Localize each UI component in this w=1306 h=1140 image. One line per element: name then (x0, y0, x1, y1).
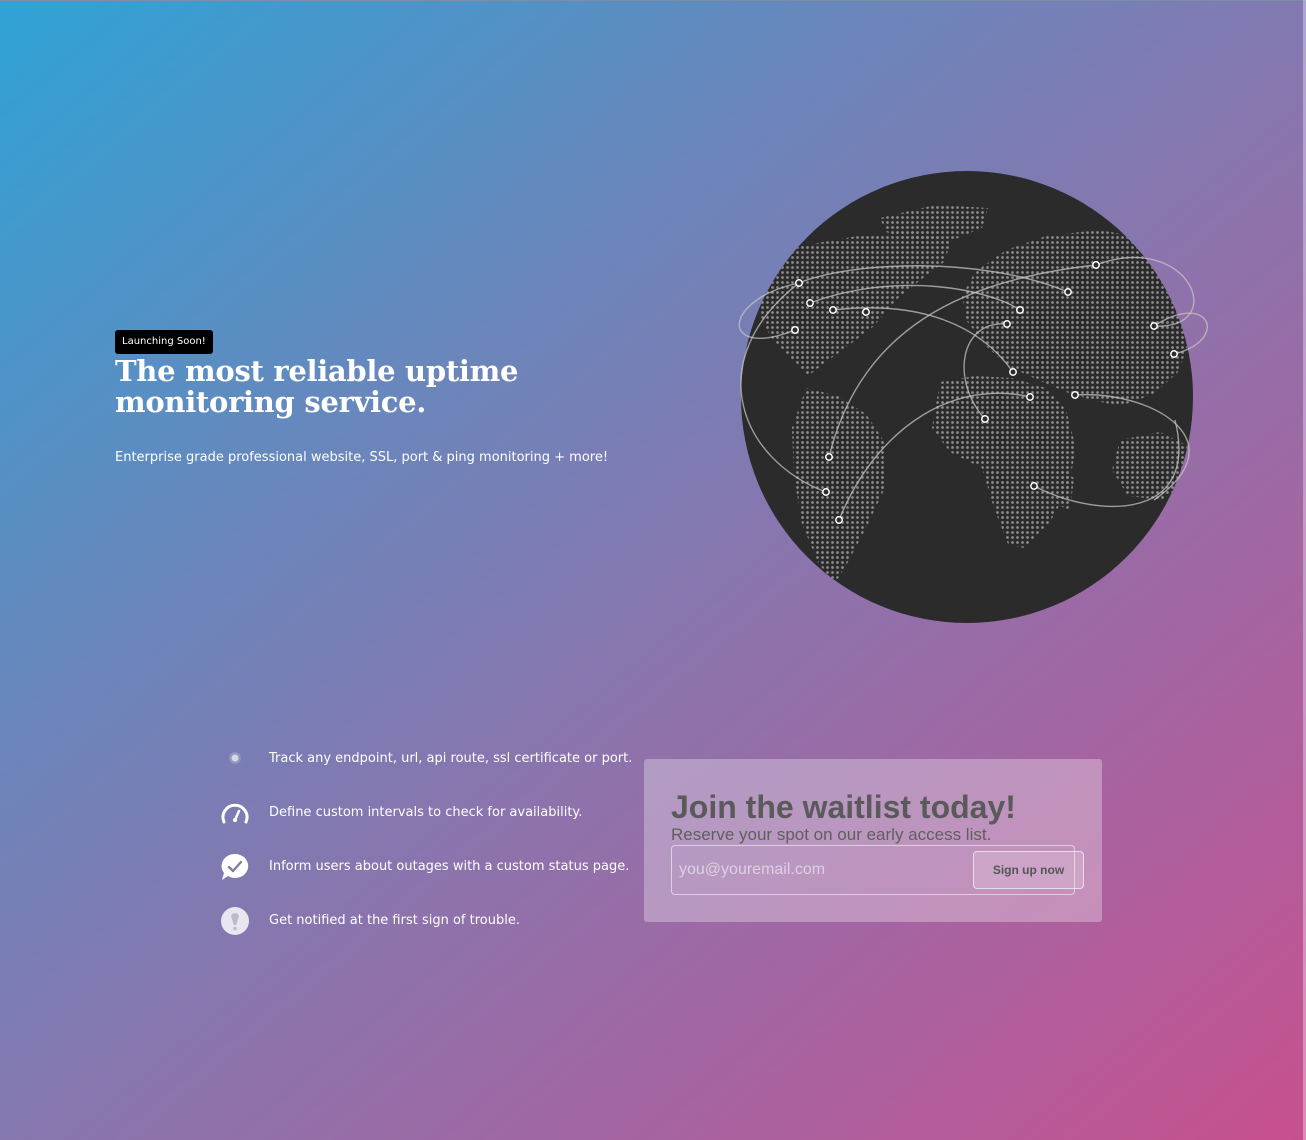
waitlist-card: Join the waitlist today! Reserve your sp… (644, 759, 1102, 922)
hero-title: The most reliable uptime monitoring serv… (115, 354, 519, 419)
launching-soon-badge: Launching Soon! (115, 330, 213, 354)
speedometer-icon (221, 803, 249, 824)
feature-text: Define custom intervals to check for ava… (269, 805, 583, 820)
chat-check-icon (221, 853, 249, 880)
email-field[interactable] (672, 846, 972, 894)
feature-text: Track any endpoint, url, api route, ssl … (269, 751, 633, 766)
feature-text: Get notified at the first sign of troubl… (269, 913, 520, 928)
sign-up-button[interactable]: Sign up now (973, 851, 1084, 889)
waitlist-form: Sign up now (671, 845, 1084, 895)
alert-bulb-icon (221, 907, 249, 935)
world-map-globe-icon (738, 171, 1208, 623)
waitlist-subtitle: Reserve your spot on our early access li… (671, 825, 992, 844)
top-border (0, 0, 1306, 1)
waitlist-title: Join the waitlist today! (671, 789, 1016, 825)
hero-subtitle: Enterprise grade professional website, S… (115, 450, 609, 465)
feature-text: Inform users about outages with a custom… (269, 859, 630, 874)
status-dot-icon (229, 752, 241, 764)
